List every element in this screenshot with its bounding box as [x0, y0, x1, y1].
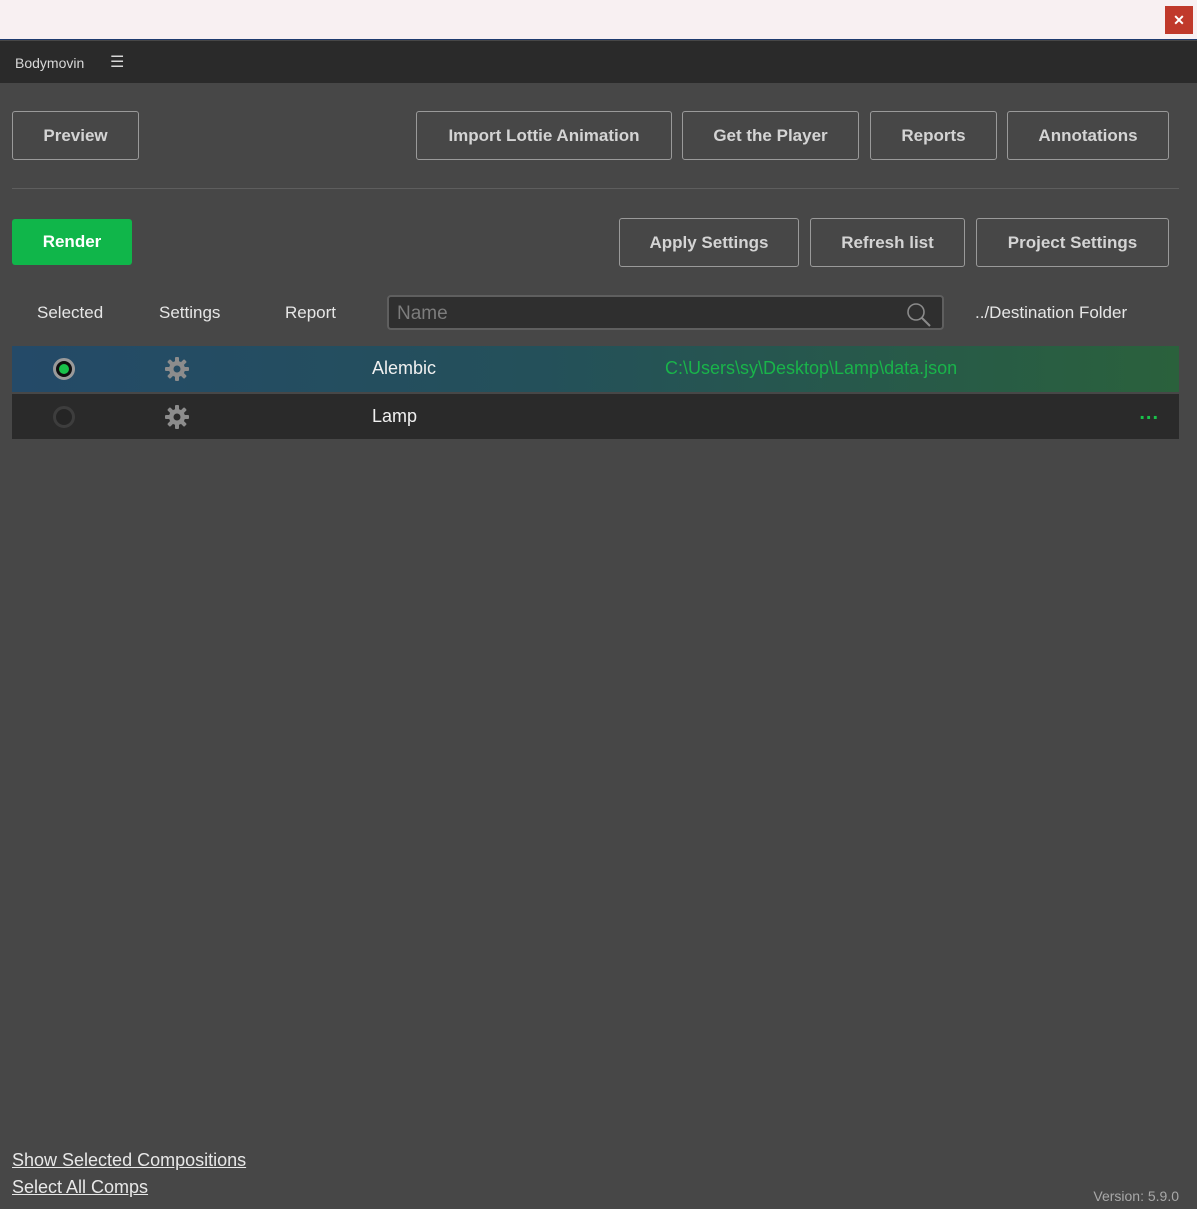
composition-name: Alembic — [372, 358, 437, 378]
composition-row[interactable]: Lamp ... — [12, 394, 1179, 439]
column-header-settings: Settings — [159, 303, 221, 322]
gear-icon[interactable] — [164, 356, 190, 382]
project-settings-button[interactable]: Project Settings — [976, 218, 1169, 267]
search-icon[interactable] — [906, 302, 932, 328]
preview-button[interactable]: Preview — [12, 111, 139, 160]
more-options-icon[interactable]: ... — [1139, 402, 1159, 425]
gear-icon[interactable] — [164, 404, 190, 430]
destination-path[interactable]: C:\Users\sy\Desktop\Lamp\data.json — [665, 358, 957, 379]
column-header-report: Report — [285, 303, 337, 322]
version-label: Version: 5.9.0 — [1093, 1188, 1179, 1204]
column-header-destination[interactable]: ../Destination Folder — [975, 303, 1127, 323]
import-lottie-button[interactable]: Import Lottie Animation — [416, 111, 672, 160]
annotations-button[interactable]: Annotations — [1007, 111, 1169, 160]
panel-tab-bar: Bodymovin ☰ — [0, 41, 1197, 83]
divider — [12, 188, 1179, 189]
refresh-list-button[interactable]: Refresh list — [810, 218, 965, 267]
name-search-box — [387, 295, 944, 330]
column-header-selected: Selected — [37, 303, 104, 322]
apply-settings-button[interactable]: Apply Settings — [619, 218, 799, 267]
show-selected-compositions-link[interactable]: Show Selected Compositions — [12, 1150, 246, 1171]
hamburger-menu-icon[interactable]: ☰ — [110, 52, 124, 72]
panel-title: Bodymovin — [15, 55, 85, 71]
reports-button[interactable]: Reports — [870, 111, 997, 160]
composition-name: Lamp — [372, 406, 418, 426]
window-title-bar: ✕ — [0, 0, 1197, 40]
selected-radio-on[interactable] — [53, 358, 75, 380]
name-search-input[interactable] — [395, 301, 899, 327]
close-window-button[interactable]: ✕ — [1165, 6, 1193, 34]
selected-radio-off[interactable] — [53, 406, 75, 428]
composition-row[interactable]: Alembic C:\Users\sy\Desktop\Lamp\data.js… — [12, 346, 1179, 392]
render-button[interactable]: Render — [12, 219, 132, 265]
select-all-comps-link[interactable]: Select All Comps — [12, 1177, 148, 1198]
get-player-button[interactable]: Get the Player — [682, 111, 859, 160]
